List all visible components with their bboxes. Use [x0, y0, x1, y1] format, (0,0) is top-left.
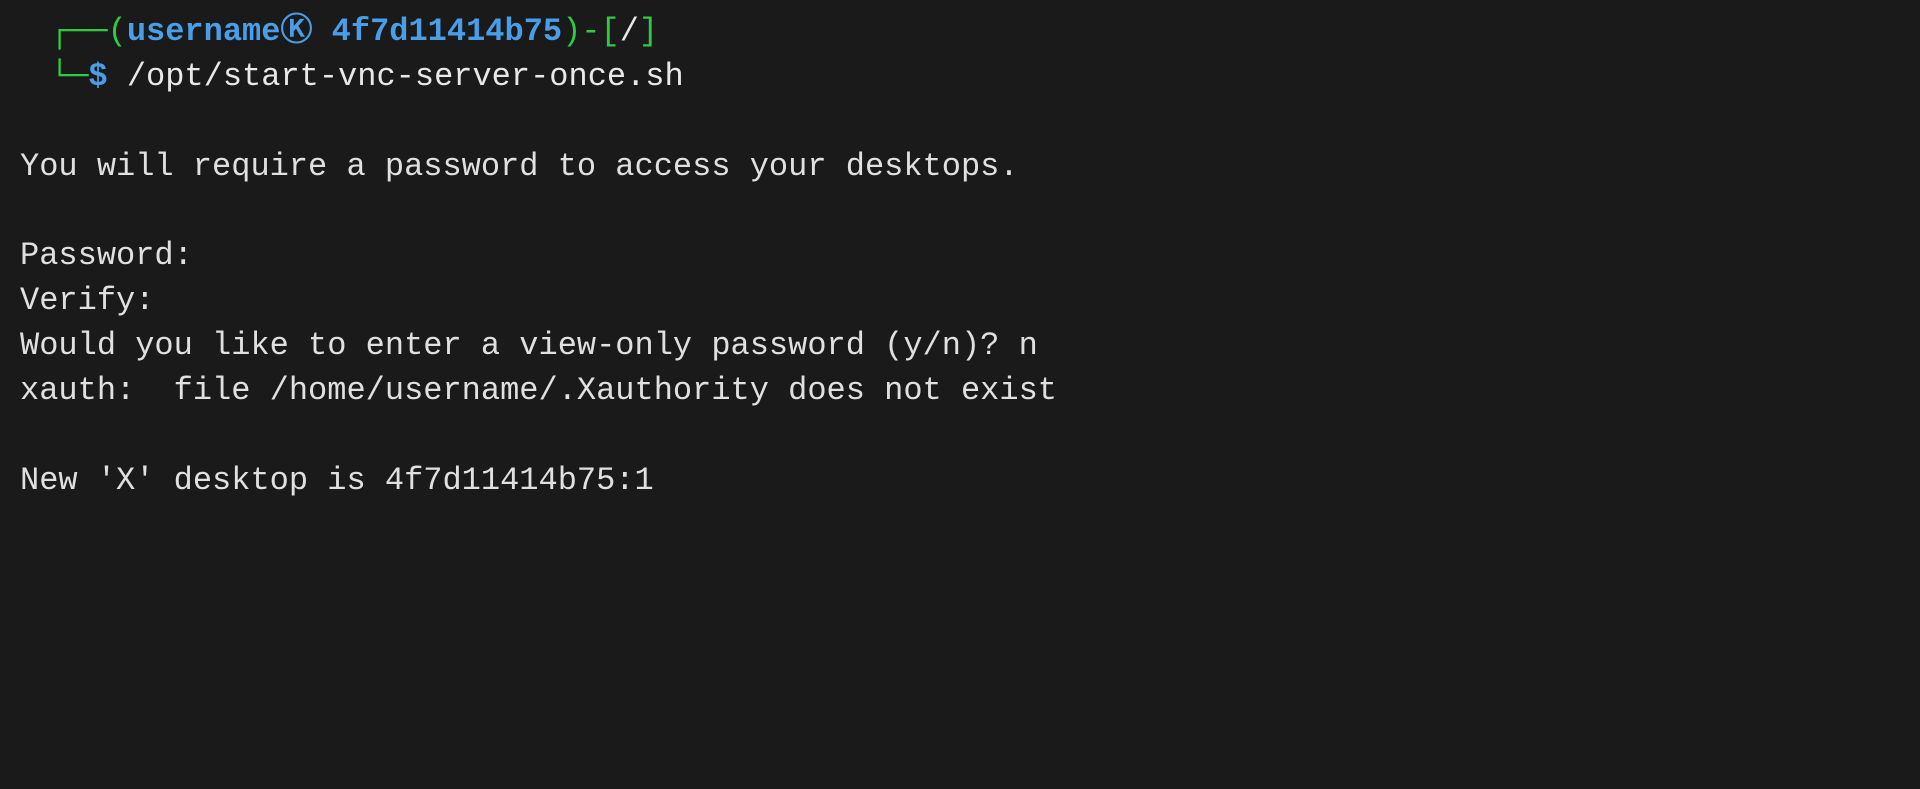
output-line: Would you like to enter a view-only pass…: [20, 324, 1900, 369]
prompt-dash: -: [581, 13, 600, 50]
output-line: You will require a password to access yo…: [20, 145, 1900, 190]
blank-line: [20, 189, 1900, 234]
prompt-hostname: 4f7d11414b75: [332, 13, 562, 50]
prompt-line-2: └─$ /opt/start-vnc-server-once.sh: [20, 55, 1900, 100]
prompt-line-1: ┌──(usernameⓀ 4f7d11414b75)-[/]: [20, 10, 1900, 55]
prompt-open-paren: (: [108, 13, 127, 50]
prompt-close-paren: ): [562, 13, 581, 50]
blank-line: [20, 414, 1900, 459]
prompt-box-top: ┌──: [50, 13, 108, 50]
output-line: New 'X' desktop is 4f7d11414b75:1: [20, 459, 1900, 504]
prompt-close-bracket: ]: [639, 13, 658, 50]
prompt-dollar: $: [88, 58, 107, 95]
output-line: xauth: file /home/username/.Xauthority d…: [20, 369, 1900, 414]
command-text: /opt/start-vnc-server-once.sh: [127, 58, 684, 95]
terminal-content[interactable]: ┌──(usernameⓀ 4f7d11414b75)-[/] └─$ /opt…: [20, 10, 1900, 503]
output-line: Verify:: [20, 279, 1900, 324]
prompt-box-bottom: └─: [50, 58, 88, 95]
prompt-open-bracket: [: [601, 13, 620, 50]
prompt-cwd: /: [620, 13, 639, 50]
k-circle-icon: Ⓚ: [280, 10, 312, 55]
terminal-output: You will require a password to access yo…: [20, 145, 1900, 504]
output-line: Password:: [20, 234, 1900, 279]
prompt-username: username: [127, 13, 281, 50]
